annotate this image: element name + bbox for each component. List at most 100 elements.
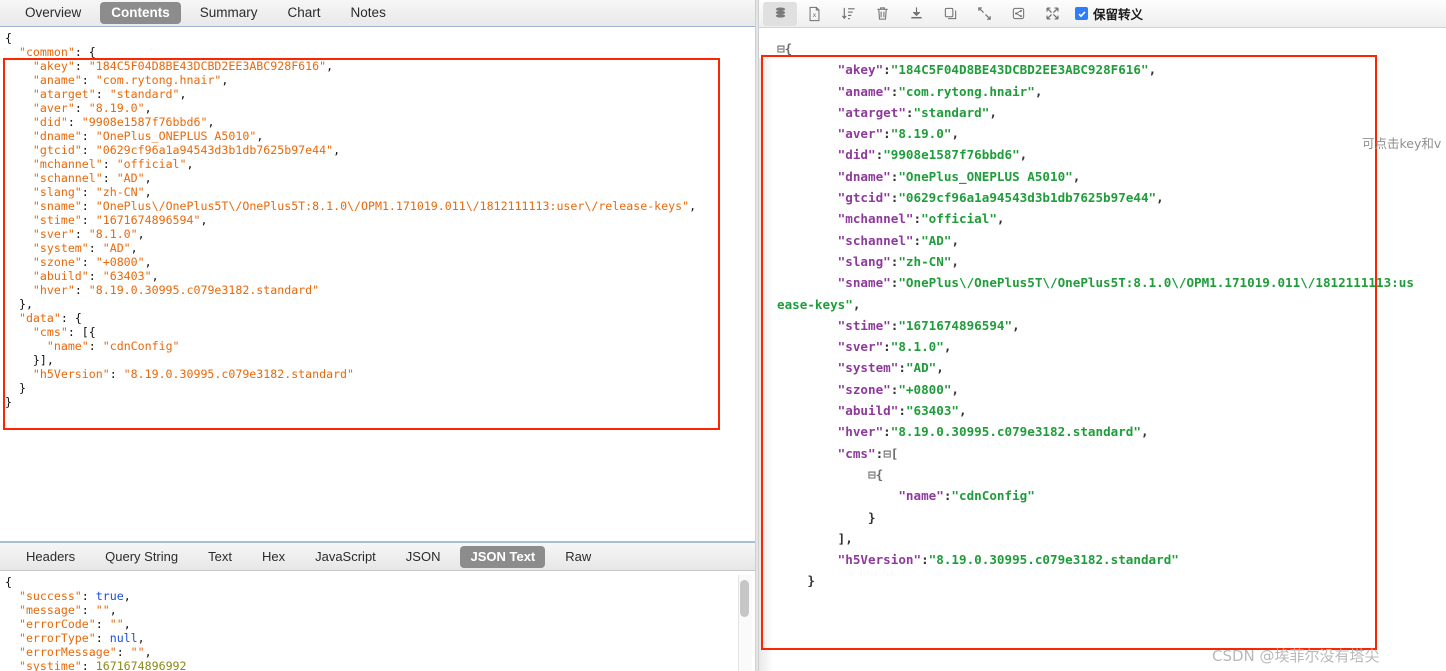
json-line: "success": true, <box>18 589 131 603</box>
top-tab-bar: Overview Contents Summary Chart Notes <box>0 0 755 27</box>
json-line: "common": { <box>18 45 96 59</box>
json-line: "h5Version": "8.19.0.30995.c079e3182.sta… <box>32 367 355 381</box>
trash-icon[interactable] <box>865 2 899 26</box>
svg-text:x: x <box>812 12 816 19</box>
json-line: "mchannel":"official", <box>837 211 1005 227</box>
json-line: "slang":"zh-CN", <box>837 253 960 269</box>
right-json-view[interactable]: ⊟{ "akey":"184C5F04D8BE43DCBD2EE3ABC928F… <box>759 29 1446 671</box>
json-line: "name":"cdnConfig" <box>898 488 1035 504</box>
sort-icon[interactable] <box>831 2 865 26</box>
preserve-escape-label: 保留转义 <box>1093 7 1144 22</box>
json-line: ⊟{ <box>868 466 884 482</box>
tab-raw[interactable]: Raw <box>555 546 601 568</box>
watermark: CSDN @埃菲尔没有塔尖 <box>1212 647 1380 665</box>
download-icon[interactable] <box>899 2 933 26</box>
json-line: "systime": 1671674896992 <box>18 659 187 671</box>
tab-javascript[interactable]: JavaScript <box>305 546 386 568</box>
json-line: "cms": [{ <box>32 325 96 339</box>
json-line: "schannel":"AD", <box>837 232 960 248</box>
json-line: ease-keys", <box>777 296 861 312</box>
tab-text[interactable]: Text <box>198 546 242 568</box>
tab-chart[interactable]: Chart <box>277 2 332 24</box>
json-line: "message": "", <box>18 603 117 617</box>
json-line: "schannel": "AD", <box>32 171 152 185</box>
json-line: "aname": "com.rytong.hnair", <box>32 73 229 87</box>
json-line: "hver":"8.19.0.30995.c079e3182.standard"… <box>837 424 1149 440</box>
bottom-json-text: { "success": true, "message": "", "error… <box>5 575 187 671</box>
json-line: "hver": "8.19.0.30995.c079e3182.standard… <box>32 283 320 297</box>
database-icon[interactable] <box>763 1 797 26</box>
json-line: "atarget": "standard", <box>32 87 187 101</box>
json-line: "atarget":"standard", <box>837 104 997 120</box>
right-json-text: ⊟{ "akey":"184C5F04D8BE43DCBD2EE3ABC928F… <box>777 38 1414 592</box>
tab-overview[interactable]: Overview <box>14 2 92 24</box>
json-line: }], <box>5 353 54 367</box>
json-line: "system": "AD", <box>32 241 138 255</box>
excel-export-icon[interactable]: x <box>797 2 831 26</box>
json-line: { <box>5 575 12 589</box>
tab-hex[interactable]: Hex <box>252 546 295 568</box>
json-line: { <box>5 31 12 45</box>
json-line: } <box>777 573 815 589</box>
json-line: "sver": "8.1.0", <box>32 227 145 241</box>
right-column: x 保留转义 ⊟{"akey":"184C5F04D8BE43DCBD2EE3… <box>759 0 1446 671</box>
json-line: "akey": "184C5F04D8BE43DCBD2EE3ABC928F61… <box>32 59 334 73</box>
json-line: "errorType": null, <box>18 631 145 645</box>
json-line: } <box>5 395 12 409</box>
tab-notes[interactable]: Notes <box>340 2 397 24</box>
json-line: "akey":"184C5F04D8BE43DCBD2EE3ABC928F616… <box>837 62 1157 78</box>
fold-gutter <box>759 58 773 671</box>
json-line: "abuild":"63403", <box>837 403 967 419</box>
json-line: ], <box>777 530 853 546</box>
json-line: "stime": "1671674896594", <box>32 213 208 227</box>
json-line: "name": "cdnConfig" <box>46 339 180 353</box>
json-line: "cms":⊟[ <box>837 445 899 461</box>
json-line: "errorMessage": "", <box>18 645 152 659</box>
checkbox-checked-icon <box>1075 7 1088 20</box>
json-toolbar: x 保留转义 <box>759 0 1446 28</box>
json-line: "aname":"com.rytong.hnair", <box>837 83 1043 99</box>
collapse-icon[interactable] <box>967 2 1001 26</box>
tab-query-string[interactable]: Query String <box>95 546 188 568</box>
json-line: "gtcid":"0629cf96a1a94543d3b1db7625b97e4… <box>837 190 1164 206</box>
json-line: "aver": "8.19.0", <box>32 101 152 115</box>
json-line: "mchannel": "official", <box>32 157 194 171</box>
preserve-escape-checkbox[interactable]: 保留转义 <box>1075 4 1143 23</box>
json-line: "data": { <box>18 311 82 325</box>
expand-icon[interactable] <box>1035 2 1069 26</box>
json-line: "h5Version":"8.19.0.30995.c079e3182.stan… <box>837 552 1179 568</box>
annotation-hint: 可点击key和v <box>1362 136 1442 151</box>
share-icon[interactable] <box>1001 2 1035 26</box>
tab-json[interactable]: JSON <box>396 546 451 568</box>
json-line: "did":"9908e1587f76bbd6", <box>837 147 1028 163</box>
tab-contents[interactable]: Contents <box>100 2 181 24</box>
tab-headers[interactable]: Headers <box>16 546 85 568</box>
json-line: ⊟{ <box>777 41 793 56</box>
json-line: } <box>5 381 26 395</box>
left-json-text: { "common": { "akey": "184C5F04D8BE43DCB… <box>5 31 696 409</box>
copy-icon[interactable] <box>933 2 967 26</box>
json-line: "sname":"OnePlus\/OnePlus5T\/OnePlus5T:8… <box>837 275 1414 291</box>
json-line: "sname": "OnePlus\/OnePlus5T\/OnePlus5T:… <box>32 199 697 213</box>
json-line: "sver":"8.1.0", <box>837 339 952 355</box>
json-line: }, <box>5 297 33 311</box>
left-json-view[interactable]: { "common": { "akey": "184C5F04D8BE43DCB… <box>0 28 755 541</box>
bottom-tab-bar: Headers Query String Text Hex JavaScript JSON… <box>0 543 755 571</box>
json-line: "gtcid": "0629cf96a1a94543d3b1db7625b97e… <box>32 143 341 157</box>
json-line: "dname": "OnePlus_ONEPLUS A5010", <box>32 129 264 143</box>
json-line: "szone":"+0800", <box>837 381 960 397</box>
json-line: "abuild": "63403", <box>32 269 159 283</box>
json-line: "errorCode": "", <box>18 617 131 631</box>
json-line: } <box>777 509 876 525</box>
json-line: "system":"AD", <box>837 360 944 376</box>
tab-summary[interactable]: Summary <box>189 2 269 24</box>
json-viewer-window: Overview Contents Summary Chart Notes { "com… <box>0 0 1446 671</box>
json-line: "aver":"8.19.0", <box>837 126 960 142</box>
bottom-json-view[interactable]: { "success": true, "message": "", "error… <box>0 571 755 671</box>
json-line: "did": "9908e1587f76bbd6", <box>32 115 215 129</box>
json-line: "szone": "+0800", <box>32 255 152 269</box>
json-line: "stime":"1671674896594", <box>837 317 1020 333</box>
left-column: Overview Contents Summary Chart Notes { "com… <box>0 0 755 671</box>
tab-json-text[interactable]: JSON Text <box>460 545 546 568</box>
bottom-scrollbar-thumb[interactable] <box>740 580 749 617</box>
